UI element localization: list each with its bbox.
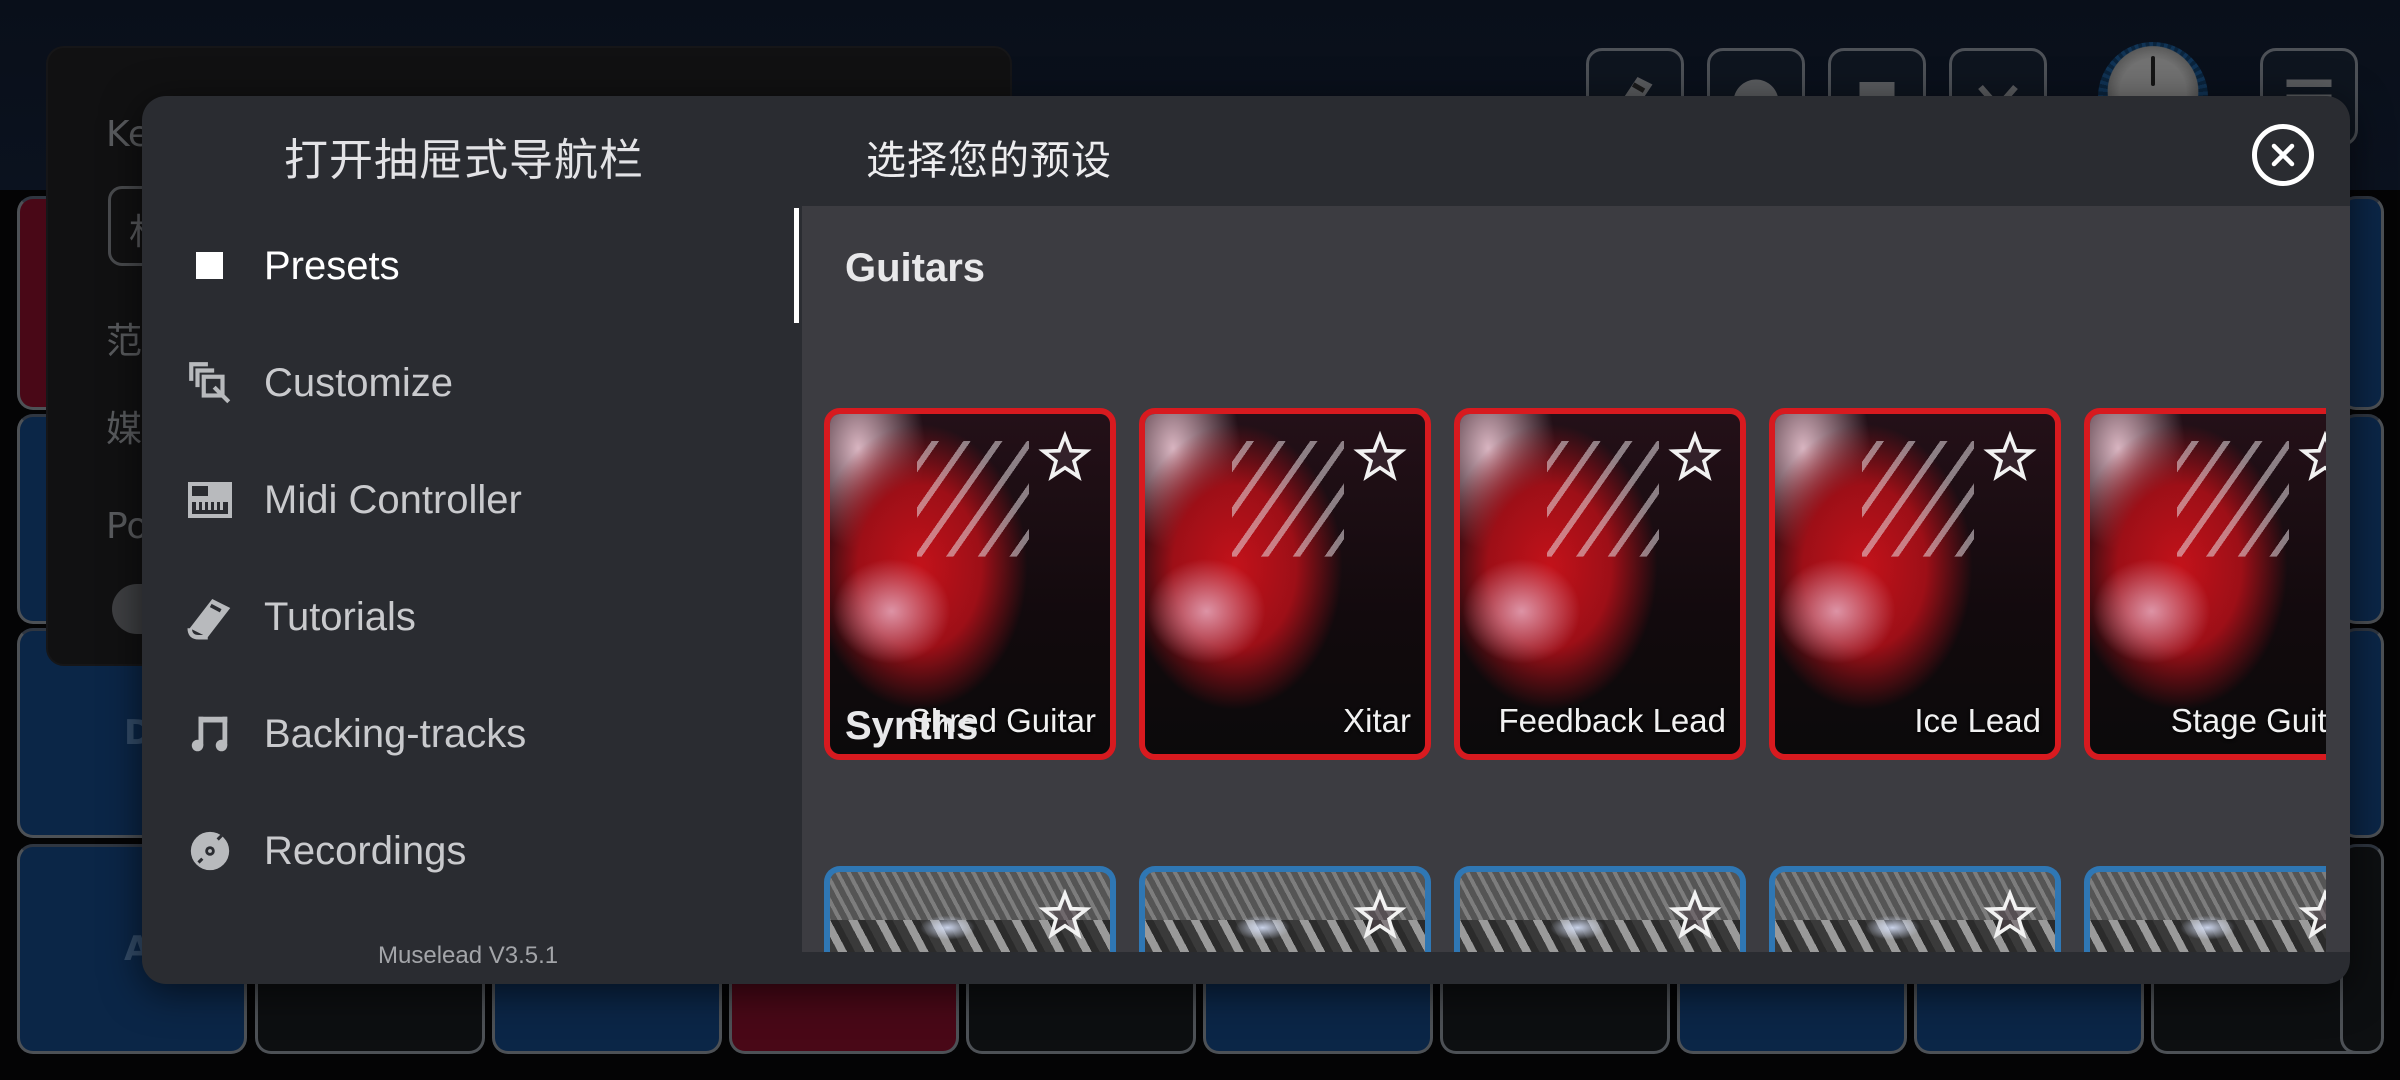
nav-item-label: Backing-tracks [264, 711, 527, 756]
favorite-star-icon[interactable] [1038, 430, 1092, 488]
preset-content[interactable]: Guitars Shred Guitar Xitar Feedback Lead Ic… [802, 206, 2350, 952]
nav-item-presets[interactable]: Presets [182, 226, 400, 306]
nav-item-recordings[interactable]: Recordings [182, 811, 466, 891]
preset-name: Stage Guitar [2170, 702, 2326, 739]
preset-name: Feedback Lead [1498, 702, 1726, 739]
preset-card[interactable]: Feedback Lead [1454, 408, 1746, 760]
app-version: Muselead V3.5.1 [378, 942, 559, 969]
favorite-star-icon[interactable] [1353, 430, 1407, 488]
preset-card[interactable]: Xitar [1139, 408, 1431, 760]
nav-item-label: Midi Controller [264, 477, 522, 522]
square-icon [182, 238, 238, 294]
nav-item-label: Customize [264, 360, 453, 405]
favorite-star-icon[interactable] [2298, 888, 2326, 946]
section-title-guitars: Guitars [845, 246, 986, 290]
active-indicator [794, 208, 799, 323]
nav-item-label: Recordings [264, 828, 467, 873]
music-note-icon [182, 706, 238, 762]
preset-name: Xitar [1343, 702, 1411, 739]
book-icon [182, 589, 238, 645]
drawer-title: 打开抽屉式导航栏 [284, 135, 644, 186]
preset-card[interactable] [824, 866, 1116, 952]
preset-card[interactable] [1454, 866, 1746, 952]
preset-name: Ice Lead [1914, 702, 2041, 739]
synths-row [824, 866, 2326, 952]
favorite-star-icon[interactable] [1983, 430, 2037, 488]
nav-item-customize[interactable]: Customize [182, 343, 453, 423]
favorite-star-icon[interactable] [1353, 888, 1407, 946]
customize-icon [182, 355, 238, 411]
preset-card[interactable]: Ice Lead [1769, 408, 2061, 760]
nav-item-midi-controller[interactable]: Midi Controller [182, 460, 522, 540]
navigation-drawer: 打开抽屉式导航栏 选择您的预设 Presets Customize Midi C… [142, 96, 2350, 984]
favorite-star-icon[interactable] [1983, 888, 2037, 946]
close-icon [2271, 143, 2295, 167]
preset-card[interactable] [2084, 866, 2326, 952]
close-button[interactable] [2252, 124, 2314, 186]
favorite-star-icon[interactable] [1668, 888, 1722, 946]
synth-thumbnail [2090, 872, 2326, 952]
preset-card[interactable] [1139, 866, 1431, 952]
section-title-synths: Synths [845, 704, 979, 748]
favorite-star-icon[interactable] [1038, 888, 1092, 946]
nav-item-backing-tracks[interactable]: Backing-tracks [182, 694, 526, 774]
preset-picker-title: 选择您的预设 [866, 138, 1112, 184]
preset-card[interactable] [1769, 866, 2061, 952]
disc-icon [182, 823, 238, 879]
preset-card[interactable]: Stage Guitar [2084, 408, 2326, 760]
guitars-row: Shred Guitar Xitar Feedback Lead Ice Lead St… [824, 408, 2326, 760]
favorite-star-icon[interactable] [1668, 430, 1722, 488]
nav-item-label: Presets [264, 243, 400, 288]
keyboard-icon [182, 472, 238, 528]
nav-item-tutorials[interactable]: Tutorials [182, 577, 416, 657]
nav-item-label: Tutorials [264, 594, 416, 639]
favorite-star-icon[interactable] [2298, 430, 2326, 488]
